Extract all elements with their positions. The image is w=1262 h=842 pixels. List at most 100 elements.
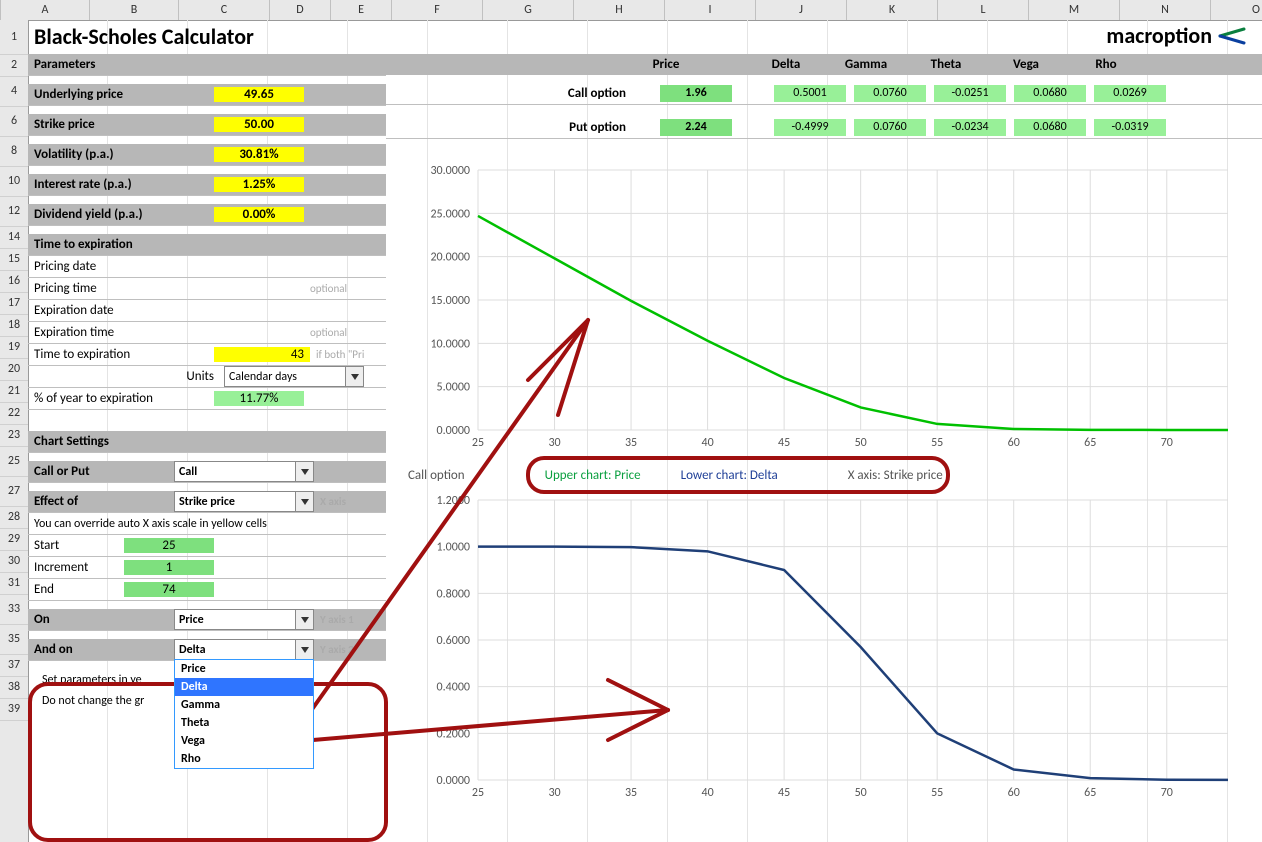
tte-input[interactable]: 43 <box>214 347 310 362</box>
col-header-D[interactable]: D <box>270 0 331 20</box>
row-header-1[interactable]: 1 <box>0 20 28 55</box>
svg-text:25.0000: 25.0000 <box>430 207 470 221</box>
svg-text:0.0000: 0.0000 <box>437 424 470 438</box>
col-header-G[interactable]: G <box>483 0 574 20</box>
row-header-22[interactable]: 22 <box>0 403 28 425</box>
volatility-input[interactable]: 30.81% <box>214 147 304 162</box>
col-header-B[interactable]: B <box>90 0 179 20</box>
svg-text:30: 30 <box>548 786 560 800</box>
col-header-M[interactable]: M <box>1029 0 1120 20</box>
chart-legend: Call option Upper chart: Price Lower cha… <box>408 460 1248 490</box>
call-put-dropdown[interactable]: Call <box>174 461 314 482</box>
put-gamma: 0.0760 <box>854 119 926 136</box>
row-header-column: 1246810121415161718192021222325272829303… <box>0 20 29 842</box>
row-header-38[interactable]: 38 <box>0 677 28 699</box>
dividend-input[interactable]: 0.00% <box>214 207 304 222</box>
call-delta: 0.5001 <box>774 85 846 102</box>
row-header-18[interactable]: 18 <box>0 315 28 337</box>
row-header-35[interactable]: 35 <box>0 625 28 655</box>
chevron-down-icon <box>295 462 313 481</box>
legend-series: Call option <box>408 468 465 483</box>
end-label: End <box>28 582 124 597</box>
dropdown-option-gamma[interactable]: Gamma <box>175 696 313 714</box>
row-header-21[interactable]: 21 <box>0 381 28 403</box>
row-header-10[interactable]: 10 <box>0 167 28 197</box>
effect-of-dropdown[interactable]: Strike price <box>174 491 314 512</box>
col-theta: Theta <box>906 57 986 72</box>
col-vega: Vega <box>986 57 1066 72</box>
svg-text:35: 35 <box>625 786 637 800</box>
on-dropdown[interactable]: Price <box>174 609 314 630</box>
svg-text:0.2000: 0.2000 <box>437 727 470 741</box>
exp-time-label: Expiration time <box>28 325 214 340</box>
row-header-19[interactable]: 19 <box>0 337 28 359</box>
dropdown-option-vega[interactable]: Vega <box>175 732 313 750</box>
and-on-dropdown[interactable]: Delta <box>174 639 314 660</box>
underlying-label: Underlying price <box>34 87 123 102</box>
dropdown-option-rho[interactable]: Rho <box>175 750 313 768</box>
effect-of-label: Effect of <box>34 494 78 509</box>
row-header-33[interactable]: 33 <box>0 595 28 625</box>
col-header-K[interactable]: K <box>847 0 938 20</box>
col-header-H[interactable]: H <box>574 0 665 20</box>
row-header-29[interactable]: 29 <box>0 529 28 551</box>
svg-text:55: 55 <box>931 436 943 450</box>
and-on-dropdown-list[interactable]: PriceDeltaGammaThetaVegaRho <box>174 659 314 769</box>
units-dropdown[interactable]: Calendar days <box>224 366 364 387</box>
col-header-O[interactable]: O <box>1211 0 1262 20</box>
col-header-C[interactable]: C <box>179 0 270 20</box>
chevron-down-icon <box>295 640 313 659</box>
svg-text:60: 60 <box>1008 786 1020 800</box>
rate-input[interactable]: 1.25% <box>214 177 304 192</box>
put-vega: 0.0680 <box>1014 119 1086 136</box>
row-header-25[interactable]: 25 <box>0 447 28 477</box>
row-header-12[interactable]: 12 <box>0 197 28 227</box>
col-header-N[interactable]: N <box>1120 0 1211 20</box>
row-header-31[interactable]: 31 <box>0 573 28 595</box>
row-header-14[interactable]: 14 <box>0 227 28 249</box>
col-header-A[interactable]: A <box>1 0 90 20</box>
row-header-27[interactable]: 27 <box>0 477 28 507</box>
increment-auto: 1 <box>124 560 214 575</box>
col-header-J[interactable]: J <box>756 0 847 20</box>
row-header-15[interactable]: 15 <box>0 249 28 271</box>
call-vega: 0.0680 <box>1014 85 1086 102</box>
svg-text:25: 25 <box>472 786 484 800</box>
row-header-30[interactable]: 30 <box>0 551 28 573</box>
row-header-28[interactable]: 28 <box>0 507 28 529</box>
col-gamma: Gamma <box>826 57 906 72</box>
put-delta: -0.4999 <box>774 119 846 136</box>
row-header-37[interactable]: 37 <box>0 655 28 677</box>
row-header-16[interactable]: 16 <box>0 271 28 293</box>
underlying-input[interactable]: 49.65 <box>214 87 304 102</box>
svg-text:20.0000: 20.0000 <box>430 251 470 265</box>
row-header-8[interactable]: 8 <box>0 137 28 167</box>
legend-lower: Lower chart: Delta <box>681 468 778 483</box>
dropdown-option-price[interactable]: Price <box>175 660 313 678</box>
units-label: Units <box>28 369 224 384</box>
dropdown-option-theta[interactable]: Theta <box>175 714 313 732</box>
row-header-20[interactable]: 20 <box>0 359 28 381</box>
row-header-6[interactable]: 6 <box>0 107 28 137</box>
row-header-39[interactable]: 39 <box>0 699 28 721</box>
put-theta: -0.0234 <box>934 119 1006 136</box>
svg-text:0.0000: 0.0000 <box>437 774 470 788</box>
row-header-2[interactable]: 2 <box>0 55 28 77</box>
col-header-I[interactable]: I <box>665 0 756 20</box>
row-header-17[interactable]: 17 <box>0 293 28 315</box>
axis-note: You can override auto X axis scale in ye… <box>28 517 267 531</box>
col-header-L[interactable]: L <box>938 0 1029 20</box>
row-header-4[interactable]: 4 <box>0 77 28 107</box>
svg-text:0.4000: 0.4000 <box>437 681 470 695</box>
call-rho: 0.0269 <box>1094 85 1166 102</box>
col-header-F[interactable]: F <box>392 0 483 20</box>
strike-input[interactable]: 50.00 <box>214 117 304 132</box>
legend-xaxis: X axis: Strike price <box>848 468 943 483</box>
col-header-E[interactable]: E <box>331 0 392 20</box>
svg-text:50: 50 <box>855 786 867 800</box>
put-row: Put option 2.24 -0.4999 0.0760 -0.0234 0… <box>386 117 1262 139</box>
dropdown-option-delta[interactable]: Delta <box>175 678 313 696</box>
lower-chart: 0.00000.20000.40000.60000.80001.00001.20… <box>408 490 1248 810</box>
svg-text:50: 50 <box>855 436 867 450</box>
row-header-23[interactable]: 23 <box>0 425 28 447</box>
